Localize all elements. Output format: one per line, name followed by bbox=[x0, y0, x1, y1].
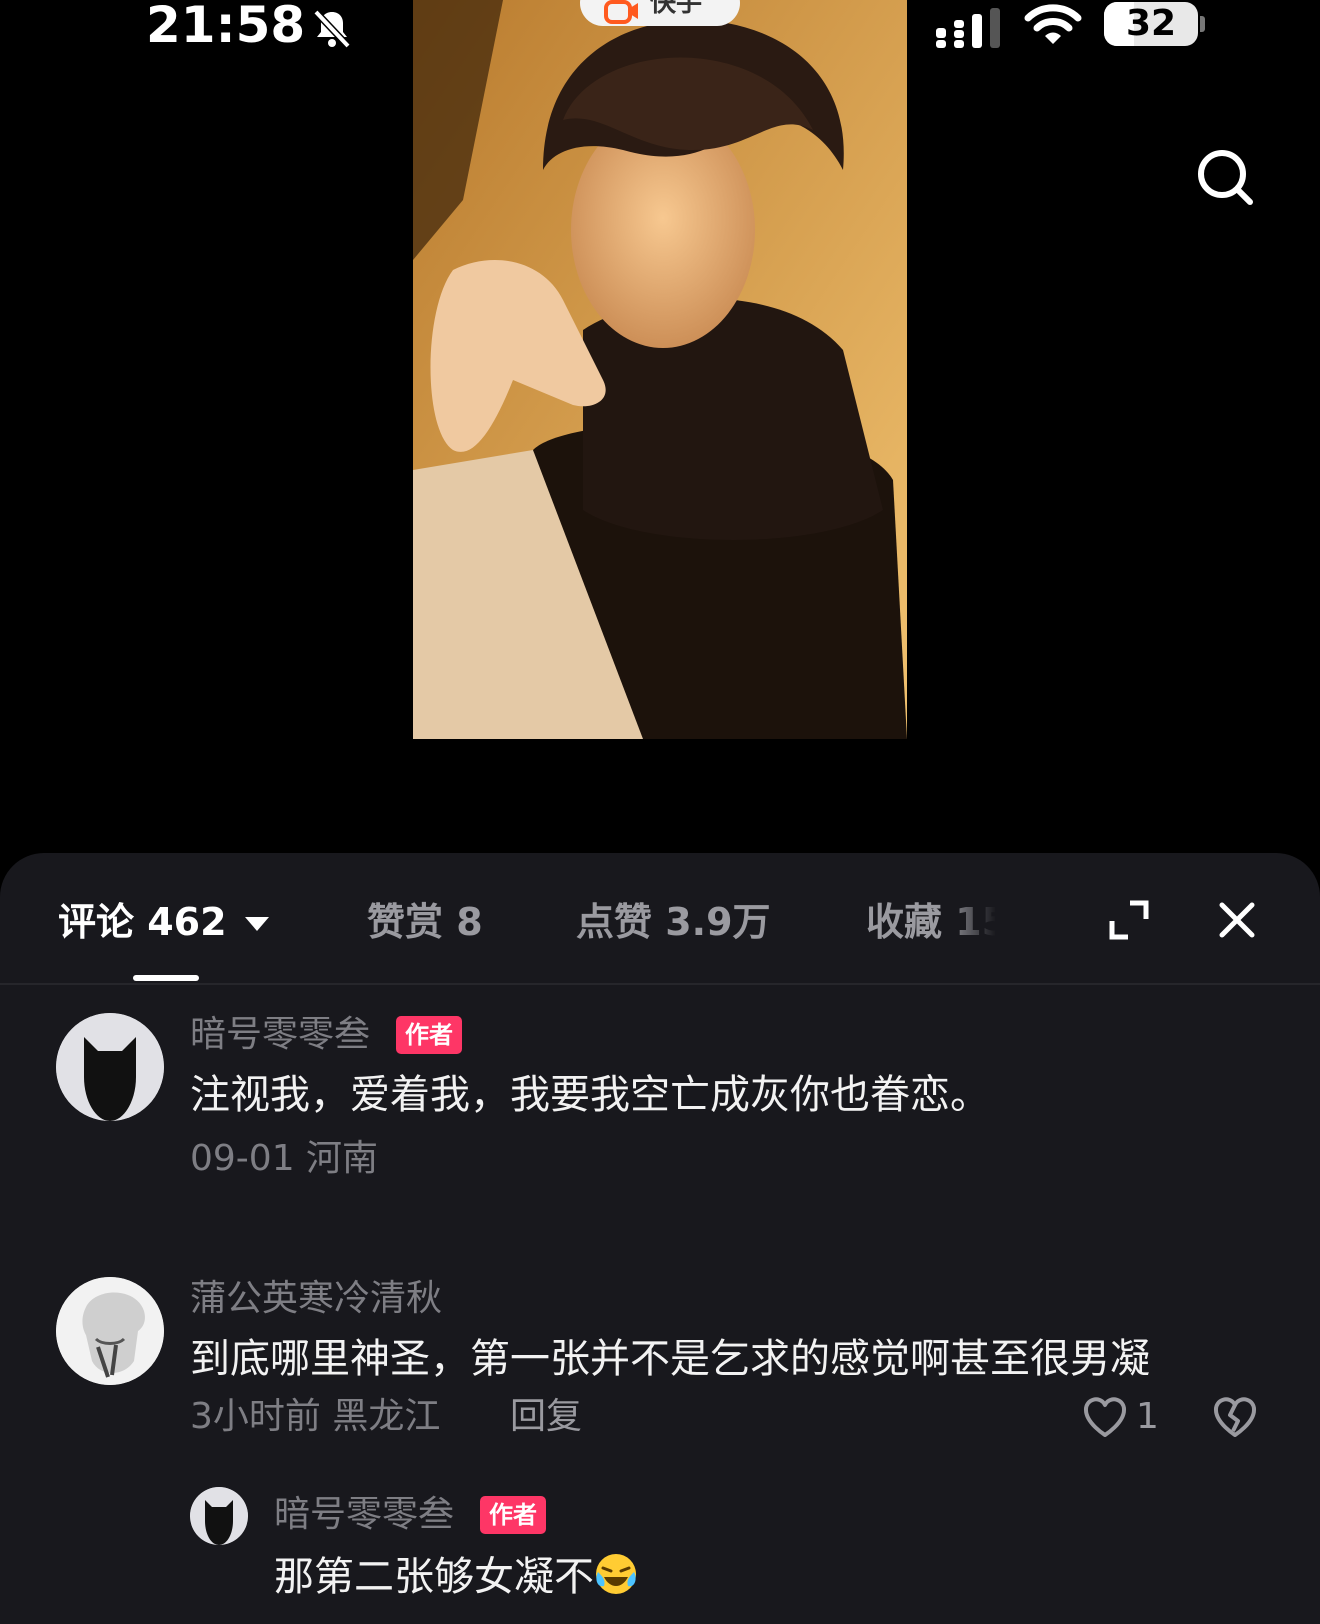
comment-item: 暗号零零叁 作者 注视我，爱着我，我要我空亡成灰你也眷恋。 09-01 河南 bbox=[0, 1013, 1320, 1213]
battery-percent: 32 bbox=[1125, 3, 1177, 44]
battery-indicator: 32 bbox=[1104, 2, 1198, 46]
comment-text: 到底哪里神圣，第一张并不是乞求的感觉啊甚至很男凝 bbox=[190, 1336, 1150, 1382]
author-badge: 作者 bbox=[480, 1496, 546, 1534]
reply-button[interactable]: 回复 bbox=[510, 1395, 582, 1439]
black-cat-avatar-icon bbox=[56, 1013, 164, 1121]
cellular-signal-icon bbox=[936, 8, 1000, 48]
caret-down-icon[interactable] bbox=[243, 915, 271, 933]
reply-username[interactable]: 暗号零零叁 bbox=[274, 1493, 454, 1537]
tab-comments[interactable]: 评论 462 bbox=[58, 897, 227, 947]
crying-laughing-emoji-icon bbox=[596, 1554, 636, 1594]
heart-icon[interactable] bbox=[1082, 1395, 1128, 1439]
comment-username[interactable]: 暗号零零叁 bbox=[190, 1013, 370, 1057]
like-count: 1 bbox=[1136, 1396, 1159, 1437]
tab-favorites[interactable]: 收藏 15 bbox=[866, 897, 996, 947]
reply-text: 那第二张够女凝不 bbox=[274, 1551, 638, 1603]
app-name: 快手 bbox=[650, 0, 703, 18]
black-cat-avatar-icon bbox=[190, 1487, 248, 1545]
avatar[interactable] bbox=[190, 1487, 248, 1545]
author-badge: 作者 bbox=[396, 1016, 462, 1054]
comment-username[interactable]: 蒲公英寒冷清秋 bbox=[190, 1277, 442, 1321]
app-watermark: 快手 bbox=[580, 0, 740, 26]
expand-icon[interactable] bbox=[1108, 899, 1150, 941]
post-photo[interactable] bbox=[413, 0, 907, 739]
silent-bell-icon bbox=[313, 9, 351, 49]
active-tab-indicator bbox=[133, 975, 199, 981]
avatar[interactable] bbox=[56, 1013, 164, 1121]
comment-meta: 3小时前 黑龙江 bbox=[190, 1396, 441, 1437]
tabs-divider bbox=[0, 983, 1320, 985]
comment-text: 注视我，爱着我，我要我空亡成灰你也眷恋。 bbox=[190, 1072, 990, 1118]
comment-meta: 09-01 河南 bbox=[190, 1138, 379, 1179]
status-time: 21:58 bbox=[146, 0, 306, 54]
reply-item: 暗号零零叁 作者 那第二张够女凝不 bbox=[0, 1487, 1320, 1607]
comment-item: 蒲公英寒冷清秋 到底哪里神圣，第一张并不是乞求的感觉啊甚至很男凝 3小时前 黑龙… bbox=[0, 1277, 1320, 1600]
reply-text-body: 那第二张够女凝不 bbox=[274, 1554, 594, 1600]
tab-likes[interactable]: 点赞 3.9万 bbox=[576, 897, 771, 947]
broken-heart-icon[interactable] bbox=[1212, 1395, 1258, 1439]
search-icon[interactable] bbox=[1196, 148, 1254, 206]
close-icon[interactable] bbox=[1216, 899, 1258, 941]
sketch-portrait-avatar-icon bbox=[56, 1277, 164, 1385]
portrait-illustration bbox=[413, 0, 907, 739]
wifi-icon bbox=[1024, 4, 1082, 44]
avatar[interactable] bbox=[56, 1277, 164, 1385]
comment-sheet: 评论 462 赞赏 8 点赞 3.9万 收藏 15 暗号零零叁 作者 注视我，爱… bbox=[0, 853, 1320, 1624]
sheet-tabs: 评论 462 赞赏 8 点赞 3.9万 收藏 15 bbox=[0, 853, 1320, 983]
kuaishou-logo-icon bbox=[604, 0, 638, 24]
battery-cap bbox=[1200, 16, 1205, 32]
tab-rewards[interactable]: 赞赏 8 bbox=[367, 897, 483, 947]
